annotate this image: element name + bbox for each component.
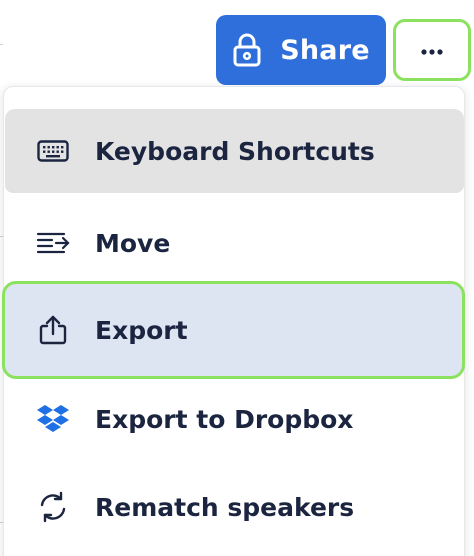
refresh-icon xyxy=(35,489,71,525)
menu-item-move[interactable]: Move xyxy=(5,201,464,285)
menu-item-label: Rematch speakers xyxy=(95,492,355,522)
menu-item-export[interactable]: Export xyxy=(2,281,465,379)
more-options-button[interactable] xyxy=(393,19,471,81)
lock-icon xyxy=(232,33,262,67)
page: Share Keyboard Shortcuts Move Export Exp… xyxy=(0,0,474,556)
menu-item-label: Export xyxy=(95,315,188,345)
keyboard-icon xyxy=(35,133,71,169)
move-list-icon xyxy=(35,225,71,261)
more-horizontal-icon xyxy=(420,41,444,60)
background-divider xyxy=(0,44,3,45)
menu-item-label: Keyboard Shortcuts xyxy=(95,136,375,166)
share-button-label: Share xyxy=(280,34,370,66)
menu-item-label: Move xyxy=(95,228,171,258)
dropbox-icon xyxy=(35,401,71,437)
menu-item-export-to-dropbox[interactable]: Export to Dropbox xyxy=(5,377,464,461)
upload-icon xyxy=(35,312,71,348)
menu-item-rematch-speakers[interactable]: Rematch speakers xyxy=(5,465,464,549)
more-options-menu: Keyboard Shortcuts Move Export Export to… xyxy=(2,86,465,556)
menu-item-label: Export to Dropbox xyxy=(95,404,354,434)
share-button[interactable]: Share xyxy=(216,15,386,85)
menu-item-keyboard-shortcuts[interactable]: Keyboard Shortcuts xyxy=(5,109,464,193)
